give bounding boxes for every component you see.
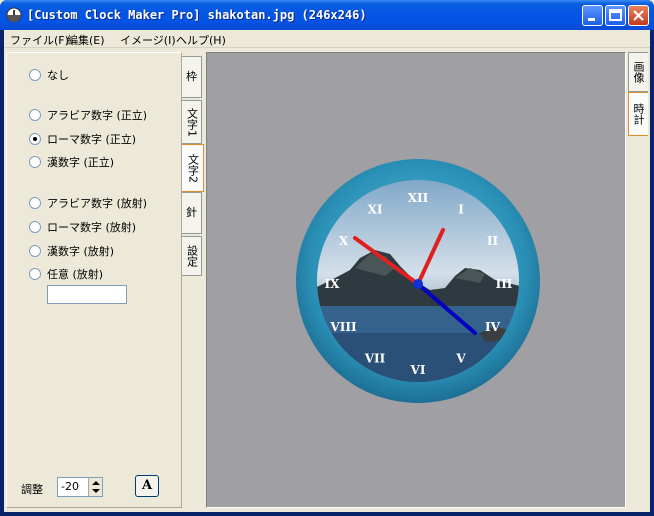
app-icon [6, 7, 22, 23]
radio-roman-radial[interactable] [29, 221, 41, 233]
numeral-X: X [339, 234, 349, 248]
numeral-VIII: VIII [329, 320, 357, 334]
radio-custom-radial[interactable] [29, 268, 41, 280]
custom-text-input[interactable] [47, 285, 127, 304]
option-arabic-upright-label: アラビア数字 (正立) [47, 109, 148, 122]
maximize-icon [609, 9, 622, 21]
tab-hands-label: 針 [186, 206, 197, 219]
tab-frame[interactable]: 枠 [182, 56, 202, 98]
radio-none[interactable] [29, 69, 41, 81]
tab-hands[interactable]: 針 [182, 192, 202, 234]
menu-file[interactable]: ファイル(F) [10, 32, 69, 48]
close-button[interactable] [628, 5, 649, 26]
clock-preview: XIIIIIIIIIVVVIVIIVIIIIXXXI [296, 159, 540, 403]
option-roman-radial[interactable]: ローマ数字 (放射) [29, 219, 136, 235]
option-arabic-upright[interactable]: アラビア数字 (正立) [29, 107, 147, 123]
close-icon [633, 10, 644, 21]
option-roman-upright[interactable]: ローマ数字 (正立) [29, 131, 136, 147]
minimize-icon [588, 18, 595, 21]
option-kanji-radial[interactable]: 漢数字 (放射) [29, 243, 114, 259]
radio-kanji-radial[interactable] [29, 245, 41, 257]
menu-help[interactable]: ヘルプ(H) [176, 32, 226, 48]
numeral-V: V [455, 352, 466, 366]
tab-frame-label: 枠 [186, 70, 197, 83]
tab-text1-label: 文字1 [185, 107, 199, 137]
spin-up-icon[interactable] [92, 481, 100, 485]
menu-image[interactable]: イメージ(I) [120, 32, 176, 48]
tab-settings[interactable]: 設定 [182, 236, 202, 276]
tab-image-label: 画像 [632, 61, 645, 83]
option-custom-radial[interactable]: 任意 (放射) [29, 266, 103, 282]
option-kanji-upright-label: 漢数字 (正立) [47, 156, 115, 169]
maximize-button[interactable] [605, 5, 626, 26]
minimize-button[interactable] [582, 5, 603, 26]
radio-arabic-upright[interactable] [29, 109, 41, 121]
numeral-VII: VII [364, 352, 386, 366]
font-button[interactable]: A [135, 475, 159, 497]
window-title: [Custom Clock Maker Pro] shakotan.jpg (2… [27, 8, 367, 22]
hands-pivot [413, 279, 423, 289]
client-area: ファイル(F) 編集(E) イメージ(I) ヘルプ(H) なし アラビア数字 (… [4, 30, 650, 512]
spin-down-icon[interactable] [92, 489, 100, 493]
tab-settings-label: 設定 [185, 245, 199, 267]
clock-preview-canvas: XII I II III IV V VI VII VIII IX X XI [206, 52, 626, 508]
radio-roman-upright[interactable] [29, 133, 41, 145]
numeral-IX: IX [325, 277, 341, 291]
numeral-III: III [496, 277, 513, 291]
tab-clock[interactable]: 時計 [628, 92, 648, 136]
option-none-label: なし [47, 69, 69, 82]
numeral-I: I [458, 203, 464, 217]
radio-kanji-upright[interactable] [29, 156, 41, 168]
tab-text2-label: 文字2 [186, 153, 200, 183]
tab-text2[interactable]: 文字2 [182, 144, 204, 192]
adjust-value[interactable]: -20 [61, 480, 79, 493]
app-window: [Custom Clock Maker Pro] shakotan.jpg (2… [0, 0, 654, 516]
options-panel: なし アラビア数字 (正立) ローマ数字 (正立) 漢数字 (正立) アラビア数… [6, 52, 182, 508]
radio-arabic-radial[interactable] [29, 197, 41, 209]
menu-edit[interactable]: 編集(E) [67, 32, 105, 48]
numeral-XII: XII [408, 191, 429, 205]
option-kanji-upright[interactable]: 漢数字 (正立) [29, 154, 114, 170]
tab-text1[interactable]: 文字1 [182, 100, 202, 144]
option-arabic-radial[interactable]: アラビア数字 (放射) [29, 195, 147, 211]
adjust-spinner[interactable]: -20 [57, 477, 103, 497]
option-arabic-radial-label: アラビア数字 (放射) [47, 197, 148, 210]
numeral-XI: XI [368, 203, 383, 217]
spinner-buttons[interactable] [88, 478, 102, 496]
tab-image[interactable]: 画像 [628, 52, 648, 92]
option-none[interactable]: なし [29, 67, 69, 83]
menu-bar: ファイル(F) 編集(E) イメージ(I) ヘルプ(H) [4, 30, 650, 48]
option-roman-radial-label: ローマ数字 (放射) [47, 221, 137, 234]
numeral-II: II [487, 234, 499, 248]
option-kanji-radial-label: 漢数字 (放射) [47, 245, 115, 258]
numeral-IV: IV [485, 320, 501, 334]
numeral-VI: VI [410, 363, 426, 377]
adjust-label: 調整 [21, 483, 43, 496]
option-custom-radial-label: 任意 (放射) [47, 268, 104, 281]
option-roman-upright-label: ローマ数字 (正立) [47, 133, 137, 146]
title-bar[interactable]: [Custom Clock Maker Pro] shakotan.jpg (2… [0, 0, 654, 30]
tab-clock-label: 時計 [632, 103, 645, 125]
